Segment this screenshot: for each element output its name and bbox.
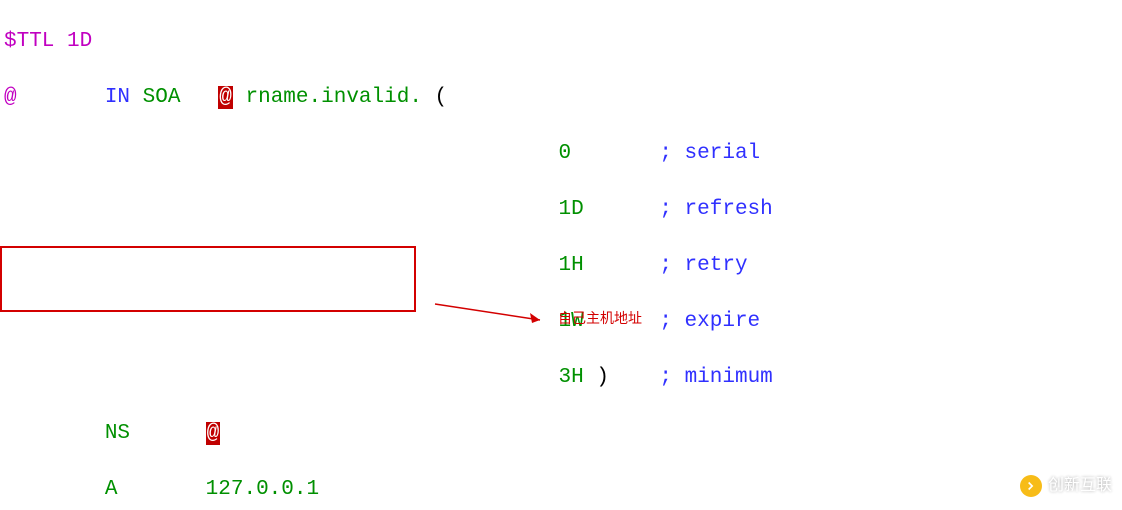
zone-file-code: $TTL 1D @ IN SOA @ rname.invalid. ( 0 ; … <box>0 0 777 510</box>
comment-minimum: ; minimum <box>659 366 772 389</box>
paren-close: ) <box>596 366 609 389</box>
annotation-text: 自己主机地址 <box>558 304 642 332</box>
comment-refresh: ; refresh <box>659 198 772 221</box>
a1-ip: 127.0.0.1 <box>206 478 319 501</box>
soa-retry: 1H <box>559 254 584 277</box>
watermark-icon <box>1020 475 1042 497</box>
soa-minimum: 3H <box>559 366 584 389</box>
rr-a1: A <box>105 478 118 501</box>
comment-serial: ; serial <box>659 142 760 165</box>
comment-retry: ; retry <box>659 254 747 277</box>
comment-expire: ; expire <box>659 310 760 333</box>
paren-open: ( <box>435 86 448 109</box>
watermark-text: 创新互联 <box>1048 472 1112 500</box>
class-in: IN <box>105 86 130 109</box>
ttl-directive: $TTL 1D <box>4 30 92 53</box>
origin-at: @ <box>4 86 17 109</box>
ns-at: @ <box>206 422 221 445</box>
soa-mname-at: @ <box>218 86 233 109</box>
rr-soa: SOA <box>143 86 181 109</box>
soa-serial: 0 <box>559 142 572 165</box>
soa-rname: rname.invalid. <box>246 86 422 109</box>
soa-refresh: 1D <box>559 198 584 221</box>
rr-ns: NS <box>105 422 130 445</box>
watermark: 创新互联 <box>1020 472 1112 500</box>
